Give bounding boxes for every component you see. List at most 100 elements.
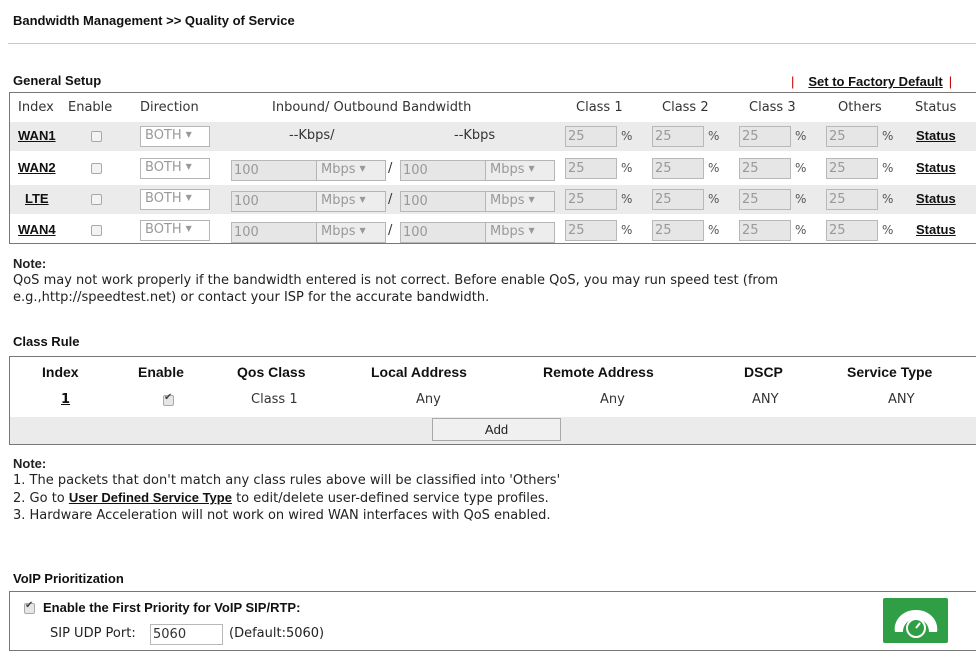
outbound-unit-select[interactable]: Mbps ▼ bbox=[485, 191, 555, 212]
outbound-unit-select[interactable]: Mbps ▼ bbox=[485, 222, 555, 243]
note-title: Note: bbox=[13, 256, 47, 271]
table-row: WAN4 BOTH ▼ 100 Mbps ▼ / 100 Mbps ▼ 25 % 25… bbox=[10, 216, 976, 245]
outbound-input[interactable]: 100 bbox=[400, 160, 486, 181]
voip-enable-checkbox[interactable] bbox=[24, 600, 35, 614]
outbound-input[interactable]: 100 bbox=[400, 191, 486, 212]
percent-label: % bbox=[621, 192, 633, 206]
col-header-enable: Enable bbox=[68, 100, 113, 115]
percent-label: % bbox=[795, 192, 807, 206]
others-input[interactable]: 25 bbox=[826, 189, 878, 210]
inbound-unit-select[interactable]: Mbps ▼ bbox=[316, 160, 386, 181]
class3-input[interactable]: 25 bbox=[739, 158, 791, 179]
col-header-class1: Class 1 bbox=[576, 100, 623, 115]
separator: | bbox=[948, 74, 953, 89]
class2-input[interactable]: 25 bbox=[652, 126, 704, 147]
title-divider bbox=[8, 43, 976, 44]
factory-default-area: | Set to Factory Default | bbox=[791, 74, 952, 89]
status-link[interactable]: Status bbox=[916, 128, 956, 143]
rule-local-address: Any bbox=[416, 392, 441, 407]
class2-input[interactable]: 25 bbox=[652, 158, 704, 179]
col-header-status: Status bbox=[915, 100, 957, 115]
class3-input[interactable]: 25 bbox=[739, 220, 791, 241]
percent-label: % bbox=[708, 192, 720, 206]
col-header-index: Index bbox=[42, 364, 79, 380]
table-row: LTE BOTH ▼ 100 Mbps ▼ / 100 Mbps ▼ 25 % 25 … bbox=[10, 185, 976, 214]
others-input[interactable]: 25 bbox=[826, 158, 878, 179]
class-rule-note: Note: 1. The packets that don't match an… bbox=[13, 455, 560, 524]
outbound-bandwidth-text: --Kbps bbox=[454, 128, 496, 143]
col-header-class3: Class 3 bbox=[749, 100, 796, 115]
status-link[interactable]: Status bbox=[916, 191, 956, 206]
percent-label: % bbox=[621, 223, 633, 237]
percent-label: % bbox=[795, 223, 807, 237]
col-header-local-address: Local Address bbox=[371, 364, 467, 380]
note-text: e.g.,http://speedtest.net) or contact yo… bbox=[13, 290, 490, 305]
sip-port-default: (Default:5060) bbox=[229, 626, 325, 641]
sip-port-input[interactable]: 5060 bbox=[150, 624, 223, 645]
lte-link[interactable]: LTE bbox=[25, 191, 49, 206]
others-input[interactable]: 25 bbox=[826, 220, 878, 241]
wan2-link[interactable]: WAN2 bbox=[18, 160, 56, 175]
percent-label: % bbox=[708, 129, 720, 143]
col-header-bandwidth: Inbound/ Outbound Bandwidth bbox=[272, 100, 472, 115]
status-link[interactable]: Status bbox=[916, 160, 956, 175]
note-text: 3. Hardware Acceleration will not work o… bbox=[13, 508, 551, 523]
enable-checkbox[interactable] bbox=[91, 163, 102, 174]
enable-checkbox[interactable] bbox=[91, 131, 102, 142]
percent-label: % bbox=[882, 129, 894, 143]
class2-input[interactable]: 25 bbox=[652, 189, 704, 210]
note-title: Note: bbox=[13, 456, 47, 471]
set-factory-default-link[interactable]: Set to Factory Default bbox=[808, 74, 942, 89]
col-header-enable: Enable bbox=[138, 364, 184, 380]
class1-input[interactable]: 25 bbox=[565, 189, 617, 210]
col-header-direction: Direction bbox=[140, 100, 199, 115]
percent-label: % bbox=[795, 161, 807, 175]
note-text: 2. Go to User Defined Service Type to ed… bbox=[13, 490, 549, 506]
class3-input[interactable]: 25 bbox=[739, 126, 791, 147]
class2-input[interactable]: 25 bbox=[652, 220, 704, 241]
inbound-input[interactable]: 100 bbox=[231, 191, 317, 212]
rule-dscp: ANY bbox=[752, 392, 779, 407]
add-button[interactable]: Add bbox=[432, 418, 561, 441]
class1-input[interactable]: 25 bbox=[565, 126, 617, 147]
direction-select[interactable]: BOTH ▼ bbox=[140, 158, 210, 179]
rule-enable-checkbox[interactable] bbox=[163, 392, 174, 406]
note-text: 1. The packets that don't match any clas… bbox=[13, 473, 561, 488]
rule-index-link[interactable]: 1 bbox=[61, 392, 70, 407]
inbound-input[interactable]: 100 bbox=[231, 160, 317, 181]
voip-enable-label: Enable the First Priority for VoIP SIP/R… bbox=[43, 600, 301, 615]
col-header-dscp: DSCP bbox=[744, 364, 783, 380]
inbound-unit-select[interactable]: Mbps ▼ bbox=[316, 191, 386, 212]
percent-label: % bbox=[882, 161, 894, 175]
slash-separator: / bbox=[388, 223, 393, 238]
class3-input[interactable]: 25 bbox=[739, 189, 791, 210]
separator: | bbox=[791, 74, 795, 89]
direction-select[interactable]: BOTH ▼ bbox=[140, 126, 210, 147]
col-header-service-type: Service Type bbox=[847, 364, 933, 380]
wan1-link[interactable]: WAN1 bbox=[18, 128, 56, 143]
status-link[interactable]: Status bbox=[916, 222, 956, 237]
others-input[interactable]: 25 bbox=[826, 126, 878, 147]
col-header-qos-class: Qos Class bbox=[237, 364, 306, 380]
class1-input[interactable]: 25 bbox=[565, 158, 617, 179]
inbound-input[interactable]: 100 bbox=[231, 222, 317, 243]
outbound-input[interactable]: 100 bbox=[400, 222, 486, 243]
enable-checkbox[interactable] bbox=[91, 225, 102, 236]
table-row: WAN1 BOTH ▼ --Kbps/ --Kbps 25 % 25 % 25 %… bbox=[10, 122, 976, 151]
wan4-link[interactable]: WAN4 bbox=[18, 222, 56, 237]
user-defined-service-type-link[interactable]: User Defined Service Type bbox=[69, 490, 232, 505]
rule-remote-address: Any bbox=[600, 392, 625, 407]
outbound-unit-select[interactable]: Mbps ▼ bbox=[485, 160, 555, 181]
col-header-index: Index bbox=[18, 100, 54, 115]
percent-label: % bbox=[621, 129, 633, 143]
class-rule-title: Class Rule bbox=[13, 334, 80, 349]
direction-select[interactable]: BOTH ▼ bbox=[140, 220, 210, 241]
class1-input[interactable]: 25 bbox=[565, 220, 617, 241]
rule-service-type: ANY bbox=[888, 392, 915, 407]
inbound-unit-select[interactable]: Mbps ▼ bbox=[316, 222, 386, 243]
percent-label: % bbox=[621, 161, 633, 175]
slash-separator: / bbox=[388, 192, 393, 207]
direction-select[interactable]: BOTH ▼ bbox=[140, 189, 210, 210]
enable-checkbox[interactable] bbox=[91, 194, 102, 205]
rule-qos-class: Class 1 bbox=[251, 392, 298, 407]
